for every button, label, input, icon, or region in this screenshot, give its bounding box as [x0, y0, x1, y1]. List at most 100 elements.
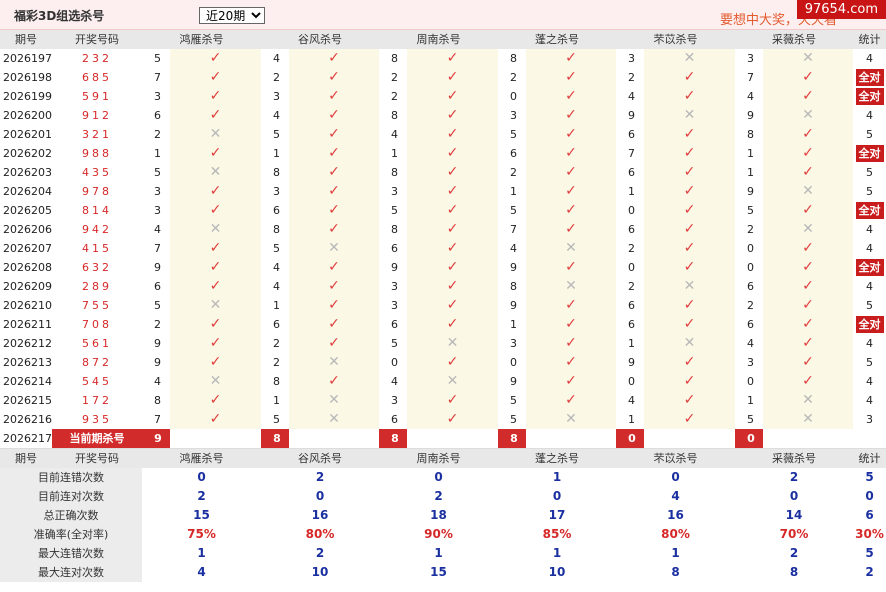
- kill-number-cell: 2: [628, 71, 635, 84]
- result-cell: ✓: [763, 163, 853, 182]
- check-icon: ✓: [328, 88, 340, 104]
- result-cell: ✕: [170, 163, 261, 182]
- col-method-2: 谷风杀号: [261, 30, 379, 49]
- draw-number-cell: 435: [82, 166, 112, 179]
- kill-number-cell: 6: [273, 204, 280, 217]
- kill-number-cell: 3: [510, 337, 517, 350]
- result-cell: ✓: [644, 410, 735, 429]
- check-icon: ✓: [209, 183, 222, 199]
- period-select[interactable]: 近20期: [199, 7, 265, 24]
- kill-number-cell: 4: [628, 394, 635, 407]
- stat-cell: 4: [866, 337, 873, 350]
- kill-number-cell: 6: [154, 109, 161, 122]
- check-icon: ✓: [565, 392, 577, 408]
- kill-number-table: 期号 开奖号码 鸿雁杀号 谷风杀号 周南杀号 蓬之杀号 芣苡杀号 采薇杀号 统计…: [0, 30, 886, 582]
- kill-number-cell: 8: [273, 223, 280, 236]
- table-header-row-repeat: 期号 开奖号码 鸿雁杀号 谷风杀号 周南杀号 蓬之杀号 芣苡杀号 采薇杀号 统计: [0, 448, 886, 468]
- result-cell: ✓: [170, 315, 261, 334]
- check-icon: ✓: [802, 145, 814, 161]
- kill-number-cell: 1: [747, 394, 754, 407]
- check-icon: ✓: [328, 69, 340, 85]
- kill-number-cell: 1: [273, 299, 280, 312]
- table-header-row: 期号 开奖号码 鸿雁杀号 谷风杀号 周南杀号 蓬之杀号 芣苡杀号 采薇杀号 统计: [0, 30, 886, 49]
- kill-number-cell: 9: [510, 375, 517, 388]
- result-cell: ✓: [526, 49, 616, 68]
- kill-number-cell: 4: [154, 375, 161, 388]
- check-icon: ✓: [802, 316, 814, 332]
- kill-number-cell: 6: [628, 223, 635, 236]
- kill-number-cell: 1: [510, 185, 517, 198]
- result-cell: ✓: [407, 68, 498, 87]
- result-cell: ✓: [526, 353, 616, 372]
- check-icon: ✓: [683, 354, 696, 370]
- check-icon: ✓: [328, 183, 340, 199]
- kill-number-cell: 4: [273, 109, 280, 122]
- kill-number-cell: 0: [628, 375, 635, 388]
- current-kill-cell: 8: [379, 429, 407, 449]
- result-cell: ✕: [763, 49, 853, 68]
- summary-value: 10: [548, 565, 566, 579]
- empty-cell: [289, 429, 379, 449]
- result-cell: ✓: [526, 296, 616, 315]
- check-icon: ✓: [565, 202, 577, 218]
- summary-row: 目前连对次数 2 0 2 0 4 0 0: [0, 487, 886, 506]
- result-cell: ✓: [644, 353, 735, 372]
- check-icon: ✓: [209, 107, 222, 123]
- period-cell: 2026200: [3, 109, 52, 122]
- kill-number-cell: 4: [273, 261, 280, 274]
- check-icon: ✓: [683, 221, 696, 237]
- check-icon: ✓: [565, 316, 577, 332]
- col-draw: 开奖号码: [52, 448, 142, 468]
- check-icon: ✓: [802, 69, 814, 85]
- kill-number-cell: 3: [154, 204, 161, 217]
- result-cell: ✓: [644, 372, 735, 391]
- kill-number-cell: 2: [391, 90, 398, 103]
- result-cell: ✕: [763, 220, 853, 239]
- kill-number-cell: 6: [391, 413, 398, 426]
- result-cell: ✕: [644, 277, 735, 296]
- check-icon: ✓: [565, 50, 577, 66]
- kill-number-cell: 0: [628, 204, 635, 217]
- check-icon: ✓: [446, 202, 459, 218]
- draw-number-cell: 988: [82, 147, 112, 160]
- check-icon: ✓: [565, 183, 577, 199]
- current-kill-cell: 8: [498, 429, 526, 449]
- result-cell: ✕: [644, 49, 735, 68]
- kill-number-cell: 4: [747, 337, 754, 350]
- kill-number-cell: 6: [628, 166, 635, 179]
- current-period-cell: 2026217: [3, 432, 52, 445]
- result-cell: ✓: [289, 182, 379, 201]
- kill-number-cell: 5: [273, 413, 280, 426]
- kill-number-cell: 5: [154, 52, 161, 65]
- draw-number-cell: 942: [82, 223, 112, 236]
- result-cell: ✕: [763, 182, 853, 201]
- period-cell: 2026205: [3, 204, 52, 217]
- kill-number-cell: 5: [154, 166, 161, 179]
- check-icon: ✓: [802, 240, 814, 256]
- all-correct-badge: 全对: [855, 69, 884, 86]
- page-title: 福彩3D组选杀号: [14, 9, 105, 23]
- empty-cell: [644, 429, 735, 449]
- result-cell: ✕: [289, 410, 379, 429]
- table-row: 2026206 942 4 ✕ 8 ✓ 8 ✓ 7 ✓ 6 ✓ 2 ✕ 4: [0, 220, 886, 239]
- result-cell: ✓: [763, 277, 853, 296]
- current-kill-number: 0: [616, 429, 644, 448]
- kill-number-cell: 2: [510, 71, 517, 84]
- kill-number-cell: 1: [747, 166, 754, 179]
- result-cell: ✓: [644, 258, 735, 277]
- period-cell: 2026211: [3, 318, 52, 331]
- cross-icon: ✕: [209, 126, 222, 142]
- check-icon: ✓: [683, 202, 696, 218]
- col-method-2: 谷风杀号: [261, 448, 379, 468]
- result-cell: ✓: [289, 87, 379, 106]
- kill-number-cell: 2: [747, 223, 754, 236]
- kill-number-cell: 6: [510, 147, 517, 160]
- result-cell: ✓: [170, 258, 261, 277]
- draw-number-cell: 872: [82, 356, 112, 369]
- draw-number-cell: 172: [82, 394, 112, 407]
- result-cell: ✓: [289, 315, 379, 334]
- cross-icon: ✕: [209, 221, 222, 237]
- kill-number-cell: 2: [154, 318, 161, 331]
- result-cell: ✓: [526, 125, 616, 144]
- table-row: 2026200 912 6 ✓ 4 ✓ 8 ✓ 3 ✓ 9 ✕ 9 ✕ 4: [0, 106, 886, 125]
